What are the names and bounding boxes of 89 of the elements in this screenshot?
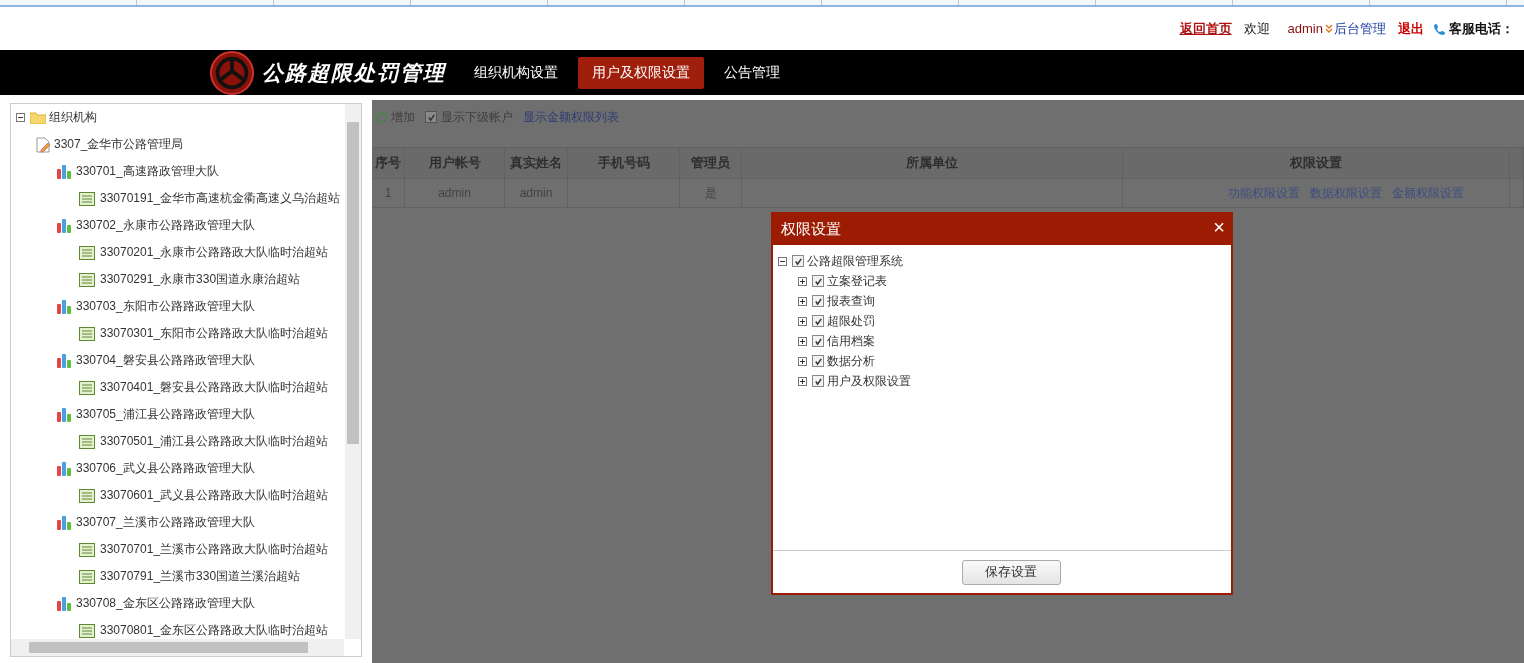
tree-item[interactable]: 330707_兰溪市公路路政管理大队 <box>76 514 255 531</box>
tree-item[interactable]: 330704_磐安县公路路政管理大队 <box>76 352 255 369</box>
collapse-icon[interactable] <box>16 112 25 122</box>
bar-chart-icon <box>57 407 73 422</box>
column-header: 用户帐号 <box>405 148 505 178</box>
header-link[interactable]: 退出 <box>1398 19 1424 38</box>
collapse-icon[interactable] <box>778 256 787 266</box>
close-button[interactable]: × <box>1213 216 1225 237</box>
list-icon <box>79 623 95 638</box>
tree-item[interactable]: 330702_永康市公路路政管理大队 <box>76 217 255 234</box>
bar-chart-icon <box>57 218 73 233</box>
tree-item[interactable]: 数据分析 <box>827 352 875 370</box>
checkbox[interactable] <box>812 315 824 327</box>
tree-item[interactable]: 33070201_永康市公路路政大队临时治超站 <box>100 244 329 261</box>
vertical-scrollbar[interactable] <box>345 104 361 639</box>
tree-item[interactable]: 330703_东阳市公路路政管理大队 <box>76 298 255 315</box>
checkbox[interactable] <box>812 375 824 387</box>
tree-item[interactable]: 330705_浦江县公路路政管理大队 <box>76 406 255 423</box>
phone-icon <box>1434 22 1446 35</box>
tree-item[interactable]: 公路超限管理系统 <box>807 252 903 270</box>
checkbox[interactable] <box>812 355 824 367</box>
column-header: 权限设置 <box>1123 148 1510 178</box>
list-icon <box>79 569 95 584</box>
column-header: 管理员 <box>680 148 742 178</box>
expand-icon[interactable] <box>798 356 807 366</box>
header-link[interactable]: 返回首页 <box>1179 19 1232 38</box>
tree-item[interactable]: 330706_武义县公路路政管理大队 <box>76 460 255 477</box>
tree-item[interactable]: 33070601_武义县公路路政大队临时治超站 <box>100 487 329 504</box>
list-icon <box>79 272 95 287</box>
tree-item[interactable]: 用户及权限设置 <box>827 372 911 390</box>
column-header: 所属单位 <box>742 148 1123 178</box>
bar-chart-icon <box>57 596 73 611</box>
site-title: 公路超限处罚管理 <box>262 58 446 87</box>
tree-item[interactable]: 33070701_兰溪市公路路政大队临时治超站 <box>100 541 329 558</box>
hotline-label: 客服电话： <box>1449 19 1514 38</box>
checkbox[interactable] <box>425 111 437 123</box>
checkbox[interactable] <box>792 255 804 267</box>
bar-chart-icon <box>57 515 73 530</box>
header-link[interactable]: 后台管理 <box>1334 19 1386 38</box>
horizontal-scrollbar[interactable] <box>11 639 344 656</box>
tree-item[interactable]: 组织机构 <box>49 108 97 126</box>
expand-icon[interactable] <box>798 296 807 306</box>
nav-tab[interactable]: 用户及权限设置 <box>578 56 704 89</box>
tree-item[interactable]: 33070301_东阳市公路路政大队临时治超站 <box>100 325 329 342</box>
tree-item[interactable]: 330708_金东区公路路政管理大队 <box>76 595 255 612</box>
folder-icon <box>30 110 46 124</box>
header-link[interactable]: admin <box>1287 21 1323 36</box>
checkbox[interactable] <box>812 295 824 307</box>
expand-icon[interactable] <box>798 376 807 386</box>
dialog-title: 权限设置 <box>781 220 841 239</box>
tree-item[interactable]: 33070401_磐安县公路路政大队临时治超站 <box>100 379 329 396</box>
list-icon <box>79 191 95 206</box>
tree-item[interactable]: 33070801_金东区公路路政大队临时治超站 <box>100 622 329 639</box>
tree-item[interactable]: 33070501_浦江县公路路政大队临时治超站 <box>100 433 329 450</box>
tree-item[interactable]: 3307_金华市公路管理局 <box>54 136 184 153</box>
list-icon <box>79 542 95 557</box>
save-button[interactable]: 保存设置 <box>961 559 1061 585</box>
tree-item[interactable]: 33070291_永康市330国道永康治超站 <box>100 271 301 288</box>
list-icon <box>79 326 95 341</box>
tree-item[interactable]: 33070191_金华市高速杭金衢高速义乌治超站 <box>100 190 341 207</box>
expand-icon[interactable] <box>798 276 807 286</box>
tree-item[interactable]: 立案登记表 <box>827 272 887 290</box>
nav-tab[interactable]: 组织机构设置 <box>460 56 572 89</box>
nav-tab[interactable]: 公告管理 <box>710 56 794 89</box>
tree-item[interactable]: 信用档案 <box>827 332 875 350</box>
bar-chart-icon <box>57 164 73 179</box>
welcome-text: 欢迎 <box>1243 19 1270 38</box>
tree-item[interactable]: 33070791_兰溪市330国道兰溪治超站 <box>100 568 301 585</box>
column-header: 真实姓名 <box>505 148 568 178</box>
bar-chart-icon <box>57 461 73 476</box>
add-icon <box>376 111 387 123</box>
double-chevron-icon <box>1325 23 1333 34</box>
list-icon <box>79 488 95 503</box>
list-icon <box>79 380 95 395</box>
logo-icon <box>208 49 256 96</box>
bar-chart-icon <box>57 353 73 368</box>
list-icon <box>79 434 95 449</box>
tree-item[interactable]: 超限处罚 <box>827 312 875 330</box>
column-header: 手机号码 <box>568 148 680 178</box>
bar-chart-icon <box>57 299 73 314</box>
column-header: 序号 <box>372 148 405 178</box>
expand-icon[interactable] <box>798 336 807 346</box>
tree-item[interactable]: 报表查询 <box>827 292 875 310</box>
checkbox[interactable] <box>812 335 824 347</box>
document-pencil-icon <box>35 136 51 153</box>
expand-icon[interactable] <box>798 316 807 326</box>
checkbox[interactable] <box>812 275 824 287</box>
list-icon <box>79 245 95 260</box>
tree-item[interactable]: 330701_高速路政管理大队 <box>76 163 219 180</box>
